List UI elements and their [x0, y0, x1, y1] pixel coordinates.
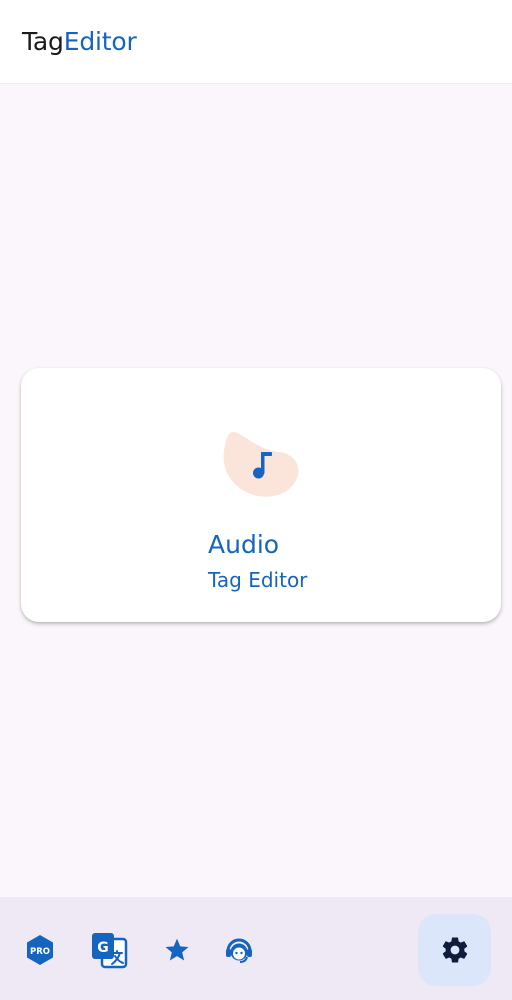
- support-button[interactable]: [219, 930, 259, 970]
- pro-label: PRO: [30, 947, 50, 957]
- pro-badge-icon: PRO: [27, 935, 53, 965]
- app-title-part2: Editor: [63, 27, 137, 56]
- audio-tag-editor-card[interactable]: Audio Tag Editor: [21, 368, 501, 622]
- app-title-part1: Tag: [22, 27, 64, 56]
- star-icon: [165, 938, 189, 961]
- card-subtitle: Tag Editor: [208, 568, 308, 592]
- card-title: Audio: [208, 530, 280, 559]
- support-agent-icon: [226, 938, 252, 963]
- card-illustration: [221, 430, 303, 502]
- settings-button[interactable]: [418, 914, 491, 986]
- translate-icon: G: [92, 933, 128, 969]
- gear-icon: [442, 937, 467, 963]
- pro-button[interactable]: PRO: [20, 930, 60, 970]
- app-title: TagEditor: [22, 27, 137, 56]
- top-app-bar: TagEditor: [0, 0, 512, 84]
- rate-button[interactable]: [157, 930, 197, 970]
- translate-button[interactable]: G: [89, 930, 129, 970]
- svg-text:G: G: [97, 940, 109, 956]
